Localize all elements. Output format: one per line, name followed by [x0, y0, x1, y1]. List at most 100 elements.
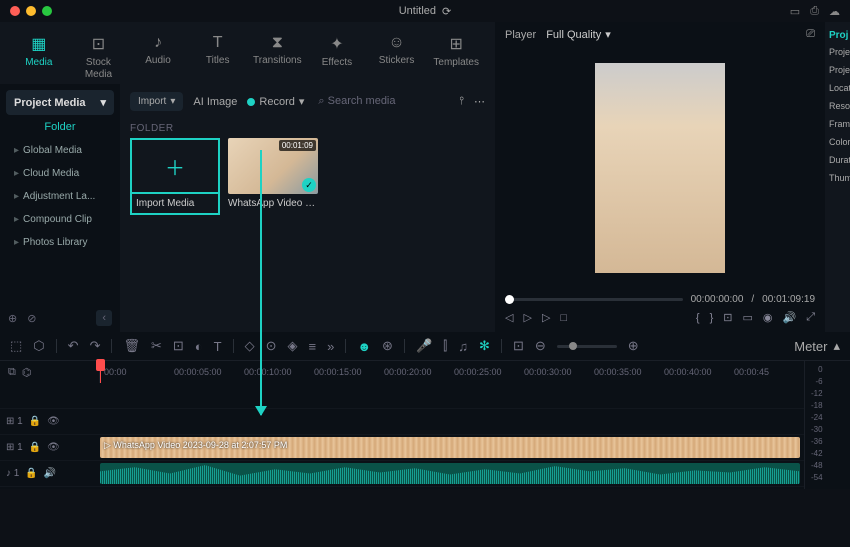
tab-templates[interactable]: ⊞Templates — [427, 30, 485, 84]
mixer-icon[interactable]: ⫿ — [443, 338, 447, 354]
tab-media[interactable]: ▦Media — [10, 30, 68, 84]
progress-handle[interactable] — [505, 295, 514, 304]
tab-stock-media[interactable]: ⊡Stock Media — [70, 30, 128, 84]
cut-icon[interactable]: ✂ — [151, 338, 162, 354]
mark-out-icon[interactable]: } — [710, 312, 714, 324]
eye-icon[interactable]: 👁 — [47, 416, 60, 427]
progress-bar[interactable] — [505, 298, 683, 301]
import-media-tile[interactable]: ＋ — [130, 138, 220, 194]
snap-icon[interactable]: ⊡ — [513, 338, 524, 354]
sync-icon: ⟳ — [442, 5, 451, 18]
render-icon[interactable]: ⊛ — [382, 338, 393, 354]
compare-icon[interactable]: ▭ — [742, 311, 752, 324]
expand-icon[interactable]: » — [327, 339, 334, 354]
save-icon[interactable]: ⎙ — [810, 5, 819, 18]
lock-icon[interactable]: 🔒 — [29, 442, 41, 453]
beat-icon[interactable]: ✻ — [479, 338, 490, 354]
volume-icon[interactable]: 🔊 — [782, 311, 796, 324]
pointer-tool-icon[interactable]: ⬚ — [10, 338, 22, 354]
link-icon[interactable]: ⊘ — [27, 312, 36, 325]
tab-stickers[interactable]: ☺Stickers — [368, 30, 426, 84]
layout-icon[interactable]: ▭ — [790, 5, 800, 18]
play-backward-button[interactable]: ▷ — [523, 311, 531, 324]
titles-icon: T — [191, 34, 245, 52]
export-icon[interactable]: ☁ — [829, 5, 840, 18]
new-folder-icon[interactable]: ⊕ — [8, 312, 17, 325]
main-track-header[interactable]: ⊞ 1🔒👁 — [0, 435, 100, 461]
prev-frame-button[interactable]: ◁ — [505, 311, 513, 324]
audio-meter: 0 -6 -12 -18 -24 -30 -36 -42 -48 -54 — [804, 361, 850, 489]
prop-row: Proje — [829, 65, 846, 75]
music-icon[interactable]: ♫ — [458, 339, 468, 354]
speed-icon[interactable]: ⊙ — [266, 338, 277, 354]
ai-icon[interactable]: ☻ — [357, 339, 371, 354]
project-media-header[interactable]: Project Media▾ — [6, 90, 114, 115]
snapshot-icon[interactable]: ⎚ — [806, 28, 815, 41]
folder-label[interactable]: Folder — [6, 115, 114, 139]
play-button[interactable]: ▷ — [542, 311, 550, 324]
redo-icon[interactable]: ↷ — [90, 338, 101, 354]
tab-titles[interactable]: TTitles — [189, 30, 247, 84]
audio-track-header[interactable]: ♪ 1🔒🔊 — [0, 461, 100, 487]
stop-button[interactable]: □ — [560, 312, 567, 324]
tab-effects[interactable]: ✦Effects — [308, 30, 366, 84]
timeline-ruler[interactable]: 00:00 00:00:05:00 00:00:10:00 00:00:15:0… — [100, 361, 804, 383]
search-input[interactable]: ⌕ Search media — [314, 95, 449, 108]
mark-in-icon[interactable]: { — [696, 312, 700, 324]
sidebar-item-global[interactable]: Global Media — [6, 139, 114, 162]
minimize-window[interactable] — [26, 6, 36, 16]
crop-icon[interactable]: ⊡ — [173, 338, 184, 354]
tab-transitions[interactable]: ⧗Transitions — [249, 30, 307, 84]
more-icon[interactable]: ⋯ — [474, 95, 485, 108]
filter-icon[interactable]: ⫯ — [459, 95, 464, 108]
audio-clip[interactable] — [100, 463, 800, 484]
color-icon[interactable]: ◐ — [195, 339, 203, 354]
fullscreen-icon[interactable]: ⤢ — [806, 311, 815, 324]
zoom-slider[interactable] — [557, 345, 617, 348]
mute-icon[interactable]: 🔊 — [44, 468, 56, 479]
playhead[interactable] — [100, 361, 101, 383]
lock-icon[interactable]: 🔒 — [29, 416, 41, 427]
media-clip-thumbnail[interactable]: 00:01:09 ✓ — [228, 138, 318, 194]
pip-track-header[interactable]: ⊞ 1🔒👁 — [0, 409, 100, 435]
media-sidebar: Project Media▾ Folder Global Media Cloud… — [0, 84, 120, 332]
delete-icon[interactable]: 🗑 — [123, 338, 140, 354]
sidebar-item-photos[interactable]: Photos Library — [6, 231, 114, 254]
screenshot-icon[interactable]: ◉ — [763, 311, 773, 324]
zoom-in-icon[interactable]: ⊕ — [628, 338, 639, 354]
crop-icon[interactable]: ⊡ — [723, 311, 732, 324]
tab-audio[interactable]: ♪Audio — [129, 30, 187, 84]
marker-icon[interactable]: ◈ — [288, 338, 298, 354]
close-window[interactable] — [10, 6, 20, 16]
sidebar-item-adjustment[interactable]: Adjustment La... — [6, 185, 114, 208]
lock-icon[interactable]: 🔒 — [25, 468, 37, 479]
quality-selector[interactable]: Full Quality▾ — [546, 28, 611, 41]
undo-icon[interactable]: ↶ — [68, 338, 79, 354]
clip-name-label: ▷ WhatsApp Video 2023-09-28 at 2:07:57 P… — [104, 440, 287, 451]
record-button[interactable]: Record▾ — [247, 95, 304, 108]
mic-icon[interactable]: 🎤 — [416, 338, 432, 354]
ai-image-button[interactable]: AI Image — [193, 96, 237, 108]
keyframe-icon[interactable]: ◇ — [245, 338, 255, 354]
maximize-window[interactable] — [42, 6, 52, 16]
zoom-out-icon[interactable]: ⊖ — [535, 338, 546, 354]
magnet-icon[interactable]: ⌬ — [22, 366, 32, 379]
selection-tool-icon[interactable]: ⬡ — [33, 338, 44, 354]
meter-label[interactable]: Meter — [794, 339, 827, 354]
zoom-handle[interactable] — [569, 342, 577, 350]
meter-toggle-icon[interactable]: ▴ — [833, 338, 840, 354]
main-video-track[interactable]: ▷ WhatsApp Video 2023-09-28 at 2:07:57 P… — [100, 435, 804, 461]
audio-track[interactable] — [100, 461, 804, 487]
link-toggle-icon[interactable]: ⧉ — [8, 366, 16, 379]
pip-track[interactable] — [100, 409, 804, 435]
collapse-sidebar[interactable]: ‹ — [96, 310, 112, 326]
sidebar-item-cloud[interactable]: Cloud Media — [6, 162, 114, 185]
text-icon[interactable]: T — [214, 339, 222, 354]
eye-icon[interactable]: 👁 — [47, 442, 60, 453]
track-icon[interactable]: ≡ — [309, 339, 317, 354]
timeline-options[interactable]: ⧉ ⌬ — [0, 361, 100, 383]
sidebar-item-compound[interactable]: Compound Clip — [6, 208, 114, 231]
video-clip[interactable]: ▷ WhatsApp Video 2023-09-28 at 2:07:57 P… — [100, 437, 800, 458]
import-button[interactable]: Import▾ — [130, 92, 183, 111]
preview-viewport[interactable] — [505, 49, 815, 286]
